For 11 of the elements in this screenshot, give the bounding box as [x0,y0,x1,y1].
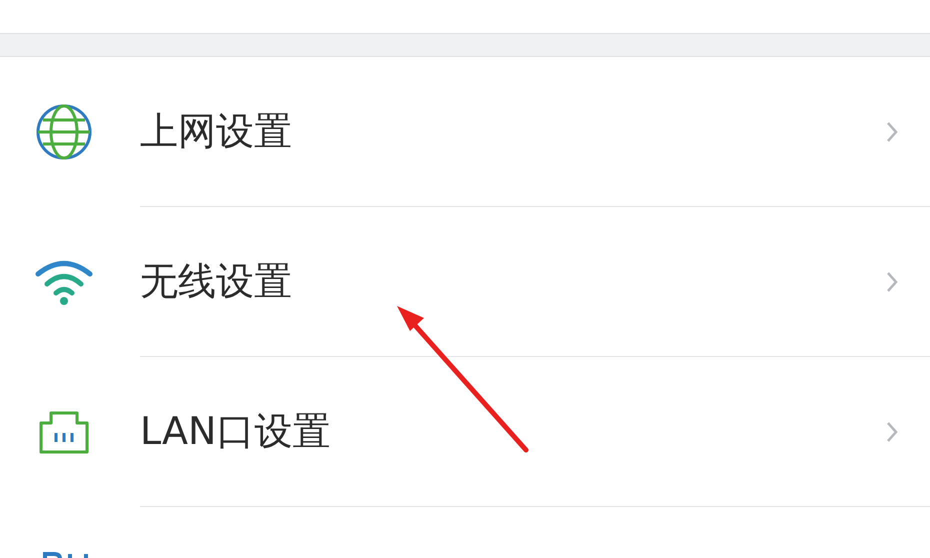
wifi-icon [35,259,93,305]
chevron-right-icon [886,120,898,142]
row-label: 上网设置 [140,108,293,155]
chevron-right-icon [886,420,898,442]
settings-row[interactable]: LAN口设置 [0,357,930,507]
network-port-icon [37,409,91,455]
settings-row[interactable]: 上网设置 [0,57,930,207]
row-label: LAN口设置 [140,408,332,455]
globe-icon [35,103,93,161]
chevron-right-icon [886,270,898,292]
row-label: 无线设置 [140,258,293,305]
